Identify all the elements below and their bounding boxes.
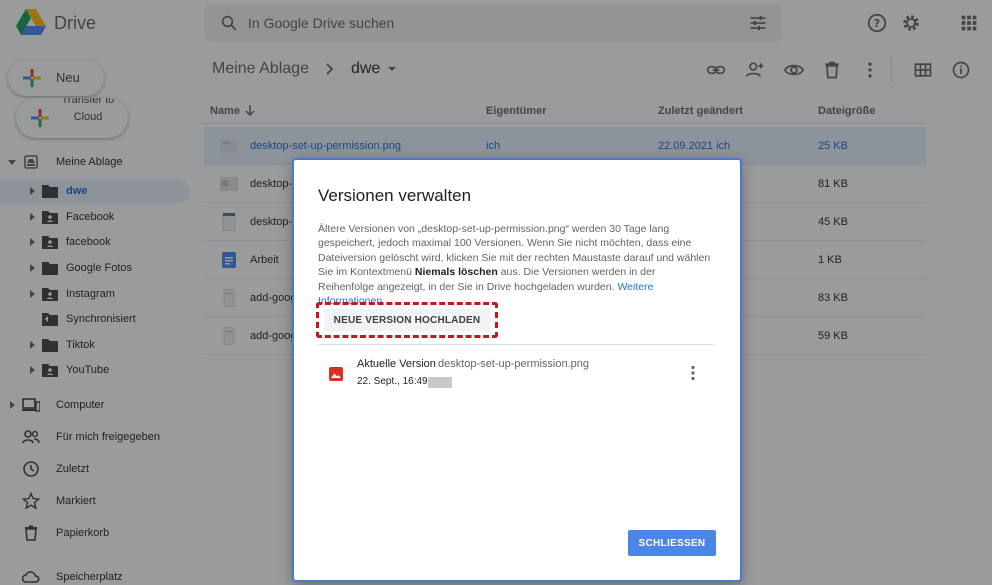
close-button[interactable]: SCHLIESSEN xyxy=(628,530,716,556)
more-vertical-icon[interactable] xyxy=(684,364,702,382)
version-date: 22. Sept., 16:49 xyxy=(357,376,428,387)
dialog-title: Versionen verwalten xyxy=(318,186,472,205)
version-uploader-redacted xyxy=(428,377,452,388)
version-label: Aktuelle Version xyxy=(357,358,436,370)
dialog-divider xyxy=(318,344,714,345)
version-file-name: desktop-set-up-permission.png xyxy=(438,358,590,370)
upload-highlight-box: NEUE VERSION HOCHLADEN xyxy=(316,302,498,338)
dialog-description: Ältere Versionen von „desktop-set-up-per… xyxy=(318,222,714,308)
description-bold-text: Niemals löschen xyxy=(414,266,498,279)
upload-new-version-button[interactable]: NEUE VERSION HOCHLADEN xyxy=(324,309,490,331)
manage-versions-dialog: Versionen verwalten Ältere Versionen von… xyxy=(292,158,742,582)
image-file-icon xyxy=(329,367,343,381)
